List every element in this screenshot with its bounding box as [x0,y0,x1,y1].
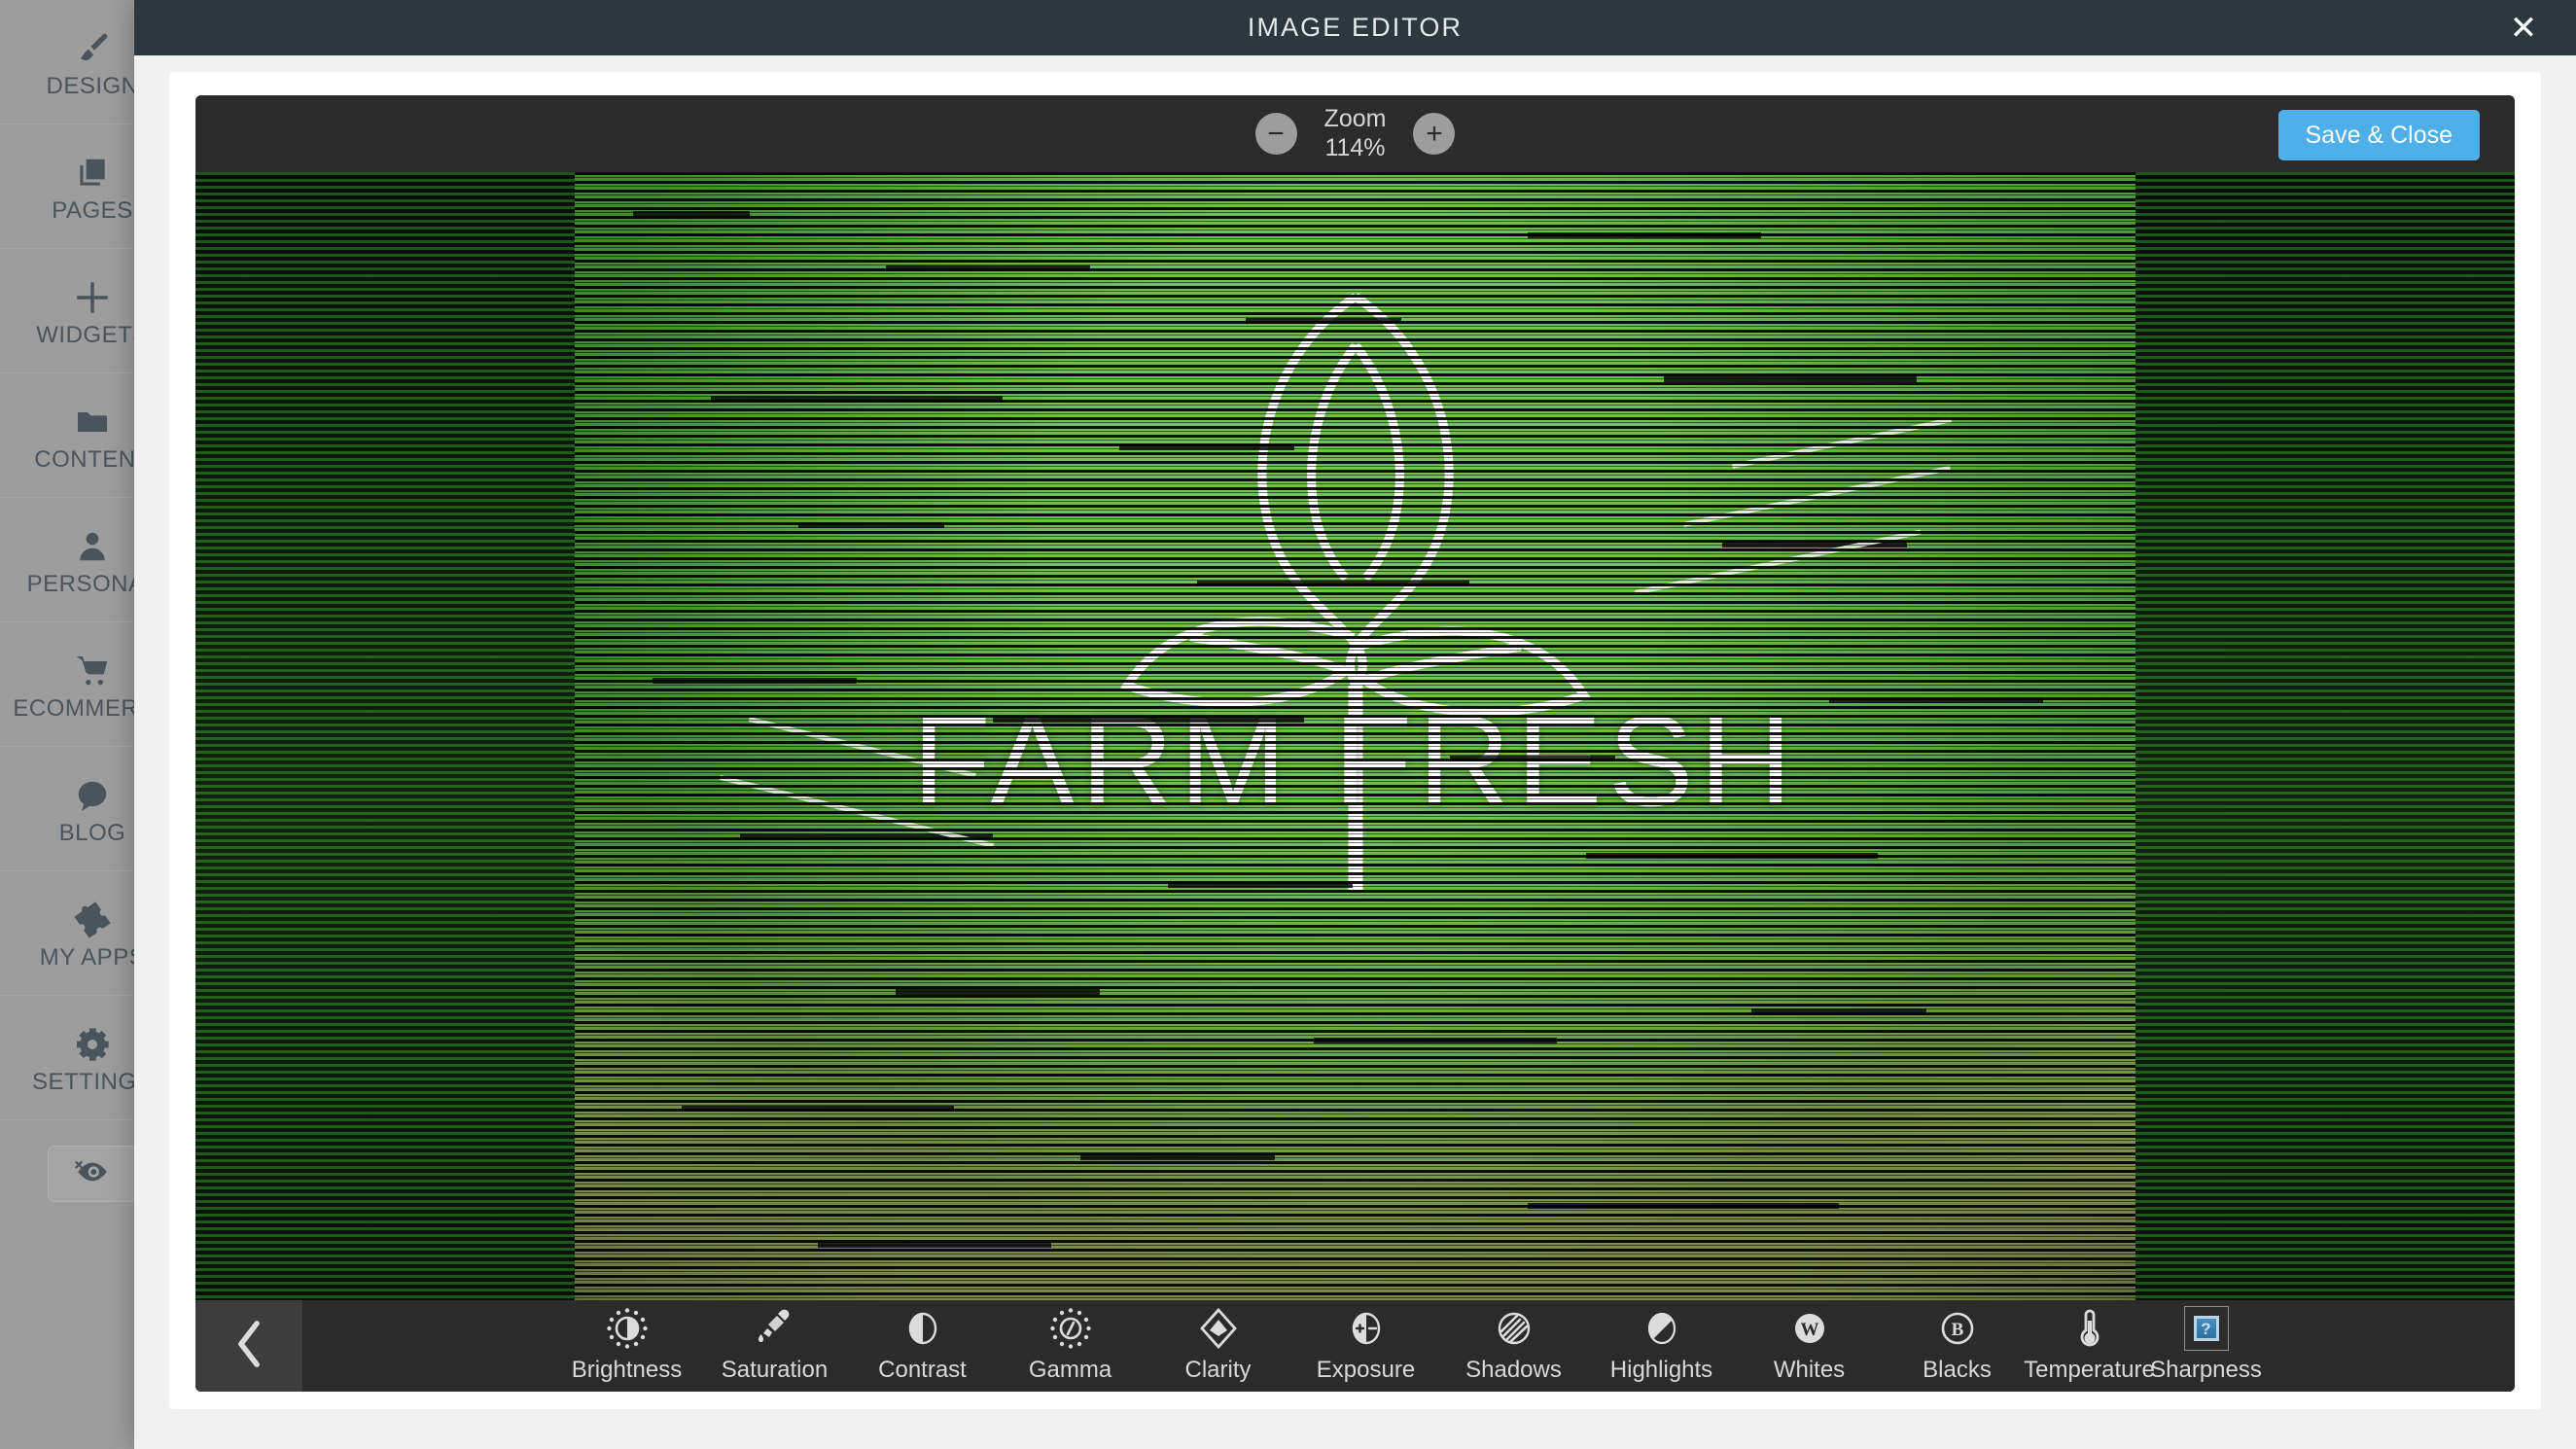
sidebar-item-label: BLOG [58,819,126,846]
zoom-in-button[interactable]: + [1413,113,1456,155]
zoom-value: 114% [1324,133,1386,161]
tool-shadows[interactable]: Shadows [1440,1306,1588,1384]
page-title: IMAGE EDITOR [1247,13,1464,42]
modal-header: IMAGE EDITOR ✕ [134,0,2576,55]
cart-icon [73,647,112,695]
editor-shell: − Zoom 114% + Save & Close FARM FRESH Br… [195,95,2515,1392]
gear-icon [73,1020,112,1069]
tool-label: Shadows [1465,1357,1562,1383]
blacks-b-icon: B [1937,1306,1978,1351]
tool-sharpness[interactable]: ? Sharpness [2148,1306,2265,1384]
contrast-icon [903,1306,942,1351]
tool-label: Highlights [1609,1357,1713,1383]
svg-text:B: B [1951,1320,1963,1340]
broken-image-icon: ? [2183,1306,2229,1351]
tool-temperature[interactable]: Temperature [2024,1306,2155,1384]
tool-whites[interactable]: W Whites [1736,1306,1884,1384]
paintbrush-icon [73,24,112,73]
tool-contrast[interactable]: Contrast [849,1306,997,1384]
preview-toggle-button[interactable] [48,1146,137,1202]
sidebar-item-label: WIDGETS [36,321,149,348]
farm-fresh-logo: FARM FRESH [575,172,2135,1300]
highlights-icon [1642,1306,1681,1351]
exposure-icon [1347,1306,1386,1351]
folder-icon [73,398,112,446]
thermometer-icon [2076,1306,2103,1351]
sidebar-item-label: MY APPS [39,943,146,971]
sidebar-item-label: CONTENT [34,445,151,473]
brightness-icon [606,1306,649,1351]
sidebar-item-label: PAGES [52,196,133,224]
tool-label: Saturation [721,1357,829,1383]
tool-label: Contrast [878,1357,967,1383]
tools-back-button[interactable] [195,1300,302,1392]
person-icon [74,522,111,571]
editor-toolbar: − Zoom 114% + Save & Close [195,95,2515,172]
tool-label: Temperature [2024,1357,2155,1383]
modal-body: − Zoom 114% + Save & Close FARM FRESH Br… [169,72,2541,1409]
tool-label: Gamma [1028,1357,1112,1383]
tool-exposure[interactable]: Exposure [1292,1306,1440,1384]
adjustment-tools-bar: Brightness Saturation Contrast Gamma Cla… [195,1300,2515,1392]
minus-circle-icon: − [1267,117,1285,150]
tool-highlights[interactable]: Highlights [1588,1306,1736,1384]
tool-saturation[interactable]: Saturation [701,1306,849,1384]
diamond-icon [1198,1306,1239,1351]
tool-gamma[interactable]: Gamma [997,1306,1145,1384]
image-right-band [2135,172,2515,1300]
whites-w-icon: W [1789,1306,1830,1351]
zoom-readout: Zoom 114% [1324,105,1387,162]
image-caption-text: FARM FRESH [912,689,1798,832]
zoom-out-button[interactable]: − [1254,113,1297,155]
tool-label: Whites [1773,1357,1846,1383]
tool-label: Sharpness [2150,1357,2262,1383]
chevron-left-icon [232,1319,265,1374]
pages-icon [74,149,111,197]
speech-bubble-icon [74,771,111,820]
editor-canvas[interactable]: FARM FRESH [195,172,2515,1300]
puzzle-piece-icon [73,896,112,944]
modal-close-button[interactable]: ✕ [2494,0,2553,55]
tool-label: Brightness [571,1357,683,1383]
tool-clarity[interactable]: Clarity [1145,1306,1292,1384]
zoom-label: Zoom [1323,105,1387,132]
tool-label: Clarity [1184,1357,1252,1383]
plus-icon [72,273,113,322]
svg-text:W: W [1800,1320,1818,1340]
tool-blacks[interactable]: B Blacks [1884,1306,2031,1384]
save-and-close-button[interactable]: Save & Close [2277,110,2480,160]
plus-circle-icon: + [1426,117,1443,150]
image-content: FARM FRESH [575,172,2135,1300]
close-x-icon: ✕ [2509,9,2538,47]
gamma-dial-icon [1049,1306,1092,1351]
tool-label: Exposure [1316,1357,1416,1383]
image-editor-modal: IMAGE EDITOR ✕ − Zoom 114% + Save & Clos… [134,0,2576,1449]
edited-image[interactable]: FARM FRESH [195,172,2515,1300]
tool-label: Blacks [1923,1357,1992,1383]
image-left-band [195,172,575,1300]
eye-off-icon [73,1159,112,1189]
eyedropper-icon [756,1306,794,1351]
shadows-icon [1494,1306,1535,1351]
zoom-control-group: − Zoom 114% + [1254,105,1456,162]
sidebar-item-label: DESIGN [46,72,139,99]
tool-brightness[interactable]: Brightness [553,1306,701,1384]
tools-list: Brightness Saturation Contrast Gamma Cla… [302,1300,2515,1392]
